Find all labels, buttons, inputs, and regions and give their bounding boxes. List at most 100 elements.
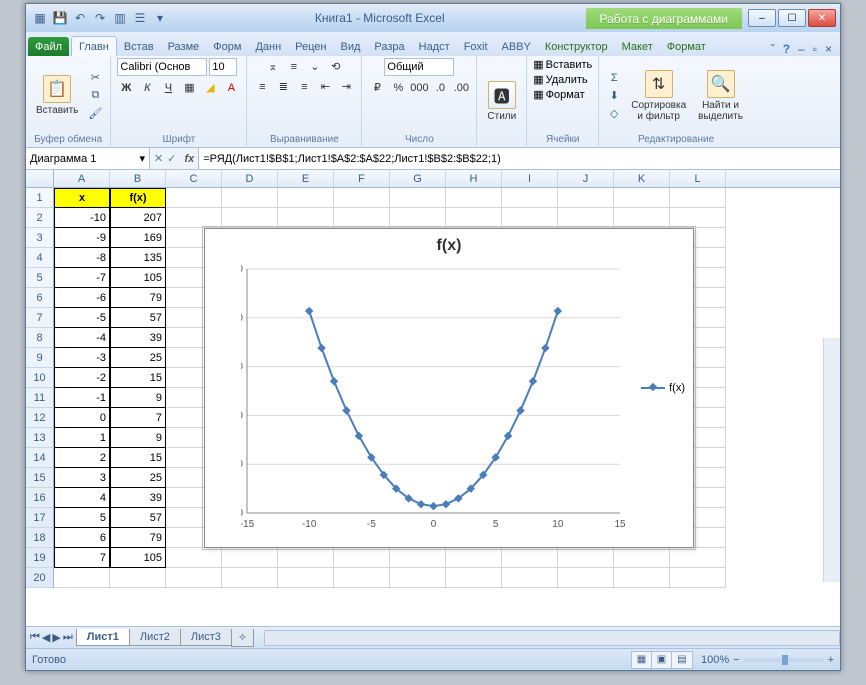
zoom-level[interactable]: 100% xyxy=(701,654,729,666)
cell[interactable]: 3 xyxy=(54,468,110,488)
inc-decimal-icon[interactable]: .0 xyxy=(431,79,449,96)
indent-dec-icon[interactable]: ⇤ xyxy=(316,78,334,95)
cell[interactable] xyxy=(670,208,726,228)
col-header[interactable]: E xyxy=(278,170,334,187)
chart-legend[interactable]: f(x) xyxy=(641,382,685,394)
tab-file[interactable]: Файл xyxy=(28,37,69,56)
row-header[interactable]: 14 xyxy=(26,448,53,468)
cell[interactable]: -3 xyxy=(54,348,110,368)
align-center-icon[interactable]: ≣ xyxy=(274,78,292,95)
sheet-nav-next-icon[interactable]: ▶ xyxy=(52,631,60,644)
cell[interactable]: 7 xyxy=(110,408,166,428)
orientation-icon[interactable]: ⟲ xyxy=(327,58,345,75)
fill-icon[interactable]: ⬇ xyxy=(605,88,623,104)
cell[interactable] xyxy=(166,548,222,568)
cell[interactable]: -8 xyxy=(54,248,110,268)
cut-icon[interactable]: ✂ xyxy=(86,70,104,86)
sheet-tab-1[interactable]: Лист1 xyxy=(76,629,130,646)
cell[interactable] xyxy=(278,548,334,568)
indent-inc-icon[interactable]: ⇥ xyxy=(337,78,355,95)
cell[interactable]: -4 xyxy=(54,328,110,348)
row-header[interactable]: 15 xyxy=(26,468,53,488)
cell[interactable]: f(x) xyxy=(110,188,166,208)
cell[interactable]: 105 xyxy=(110,268,166,288)
cell[interactable]: -10 xyxy=(54,208,110,228)
cell[interactable] xyxy=(390,548,446,568)
underline-button[interactable]: Ч xyxy=(159,79,177,96)
cell[interactable] xyxy=(390,188,446,208)
copy-icon[interactable]: ⧉ xyxy=(86,88,104,104)
cell[interactable] xyxy=(334,548,390,568)
col-header[interactable]: A xyxy=(54,170,110,187)
undo-icon[interactable]: ↶ xyxy=(72,10,88,26)
row-header[interactable]: 20 xyxy=(26,568,53,588)
row-header[interactable]: 18 xyxy=(26,528,53,548)
cell[interactable] xyxy=(558,208,614,228)
chevron-down-icon[interactable]: ▾ xyxy=(139,152,145,165)
cell[interactable] xyxy=(278,208,334,228)
tab-insert[interactable]: Встав xyxy=(117,37,161,56)
format-cells-icon[interactable]: ▦ xyxy=(533,88,543,101)
border-button[interactable]: ▦ xyxy=(180,79,198,96)
row-header[interactable]: 10 xyxy=(26,368,53,388)
zoom-in-button[interactable]: + xyxy=(828,654,834,666)
cell[interactable] xyxy=(390,208,446,228)
cell[interactable] xyxy=(446,188,502,208)
font-name-select[interactable] xyxy=(117,58,207,76)
sheet-tab-2[interactable]: Лист2 xyxy=(129,629,181,646)
find-select-button[interactable]: 🔍 Найти и выделить xyxy=(694,68,747,124)
embedded-chart[interactable]: f(x) 050100150200250-15-10-5051015 f(x) xyxy=(204,228,694,548)
tab-view[interactable]: Вид xyxy=(334,37,368,56)
col-header[interactable]: J xyxy=(558,170,614,187)
col-header[interactable]: F xyxy=(334,170,390,187)
row-header[interactable]: 19 xyxy=(26,548,53,568)
number-format-select[interactable] xyxy=(384,58,454,76)
col-header[interactable]: H xyxy=(446,170,502,187)
bold-button[interactable]: Ж xyxy=(117,79,135,96)
cell[interactable] xyxy=(446,208,502,228)
cell[interactable] xyxy=(502,208,558,228)
qat-more-icon[interactable]: ▾ xyxy=(152,10,168,26)
cell[interactable]: 135 xyxy=(110,248,166,268)
tab-chart-design[interactable]: Конструктор xyxy=(538,37,615,56)
tab-data[interactable]: Данн xyxy=(248,37,288,56)
tab-formulas[interactable]: Форм xyxy=(206,37,248,56)
zoom-slider[interactable] xyxy=(744,658,824,662)
row-header[interactable]: 3 xyxy=(26,228,53,248)
row-header[interactable]: 11 xyxy=(26,388,53,408)
enter-fx-icon[interactable]: ✓ xyxy=(167,152,176,165)
tab-chart-format[interactable]: Формат xyxy=(660,37,713,56)
view-normal-icon[interactable]: ▦ xyxy=(632,652,652,668)
cell[interactable] xyxy=(334,568,390,588)
ribbon-min-icon[interactable]: ˇ xyxy=(771,42,775,56)
cell[interactable] xyxy=(614,208,670,228)
cell[interactable] xyxy=(502,548,558,568)
cell[interactable]: -9 xyxy=(54,228,110,248)
insert-cells-button[interactable]: Вставить xyxy=(546,59,593,71)
cell[interactable]: -6 xyxy=(54,288,110,308)
styles-button[interactable]: 🅰 Стили xyxy=(483,79,520,124)
cell[interactable] xyxy=(222,208,278,228)
cell[interactable] xyxy=(166,188,222,208)
vertical-scrollbar[interactable] xyxy=(823,338,840,582)
row-headers[interactable]: 1234567891011121314151617181920 xyxy=(26,188,54,588)
minimize-button[interactable]: – xyxy=(748,9,776,27)
cell[interactable] xyxy=(390,568,446,588)
cell[interactable]: -5 xyxy=(54,308,110,328)
cell[interactable]: 2 xyxy=(54,448,110,468)
cell[interactable]: 9 xyxy=(110,428,166,448)
tab-developer[interactable]: Разра xyxy=(367,37,411,56)
cell[interactable]: 1 xyxy=(54,428,110,448)
row-header[interactable]: 5 xyxy=(26,268,53,288)
cell[interactable]: 7 xyxy=(54,548,110,568)
fx-icon[interactable]: fx xyxy=(180,153,198,165)
chart-plot-area[interactable]: 050100150200250-15-10-5051015 xyxy=(241,263,626,533)
cell[interactable] xyxy=(222,568,278,588)
cell[interactable] xyxy=(614,188,670,208)
align-middle-icon[interactable]: ≡ xyxy=(285,58,303,75)
cell[interactable] xyxy=(222,188,278,208)
view-layout-icon[interactable]: ▣ xyxy=(652,652,672,668)
cell[interactable]: 79 xyxy=(110,528,166,548)
percent-icon[interactable]: % xyxy=(389,79,407,96)
cell[interactable] xyxy=(670,548,726,568)
